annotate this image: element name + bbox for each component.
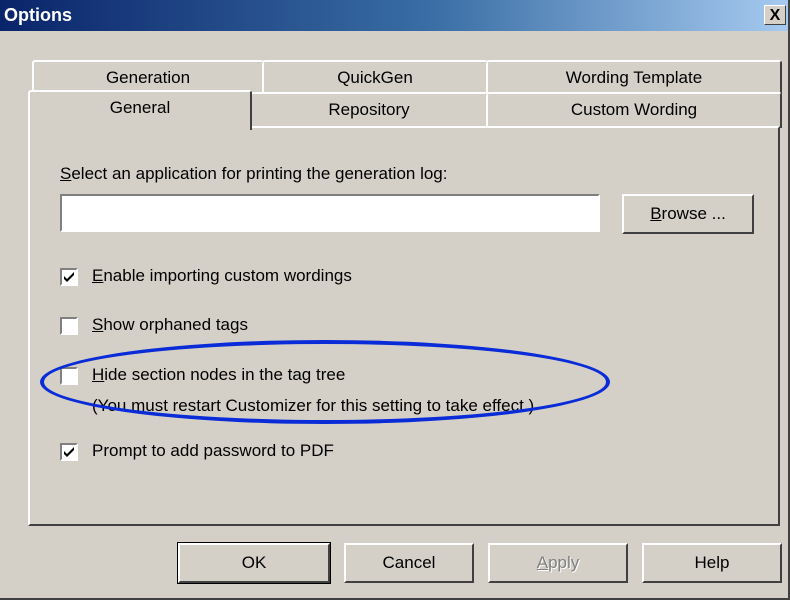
hide-section-checkbox[interactable]	[60, 367, 78, 385]
enable-import-label[interactable]: Enable importing custom wordings	[92, 266, 352, 286]
checkmark-icon	[64, 272, 74, 282]
tab-repository[interactable]: Repository	[250, 92, 488, 128]
restart-note: (You must restart Customizer for this se…	[92, 396, 535, 415]
log-app-label: Select an application for printing the g…	[60, 164, 448, 183]
show-orphaned-checkbox[interactable]	[60, 317, 78, 335]
log-app-input[interactable]	[60, 194, 600, 232]
tab-label: Generation	[105, 68, 191, 87]
tab-label: General	[109, 98, 171, 117]
tab-quickgen[interactable]: QuickGen	[262, 60, 488, 94]
browse-button[interactable]: Browse ...	[622, 194, 754, 234]
close-button[interactable]: X	[764, 5, 786, 25]
prompt-password-checkbox[interactable]	[60, 443, 78, 461]
tab-label: Wording Template	[565, 68, 703, 87]
tab-label: Custom Wording	[570, 100, 698, 119]
prompt-password-label[interactable]: Prompt to add password to PDF	[92, 441, 334, 461]
hide-section-label[interactable]: Hide section nodes in the tag tree	[92, 365, 345, 385]
tab-wording-template[interactable]: Wording Template	[486, 60, 782, 94]
apply-button[interactable]: Apply	[488, 543, 628, 583]
dialog-title: Options	[4, 5, 72, 25]
help-button[interactable]: Help	[642, 543, 782, 583]
checkmark-icon	[64, 447, 74, 457]
show-orphaned-label[interactable]: Show orphaned tags	[92, 315, 248, 335]
tab-general[interactable]: General	[28, 90, 252, 130]
tab-label: QuickGen	[337, 68, 413, 87]
title-bar[interactable]: Options X	[0, 0, 788, 31]
tab-custom-wording[interactable]: Custom Wording	[486, 92, 782, 128]
tab-generation[interactable]: Generation	[32, 60, 264, 94]
ok-button[interactable]: OK	[177, 542, 331, 584]
tab-label: Repository	[328, 100, 410, 119]
cancel-button[interactable]: Cancel	[344, 543, 474, 583]
enable-import-checkbox[interactable]	[60, 268, 78, 286]
close-icon: X	[769, 7, 781, 24]
options-dialog: Options X Generation QuickGen Wording Te…	[0, 0, 790, 600]
